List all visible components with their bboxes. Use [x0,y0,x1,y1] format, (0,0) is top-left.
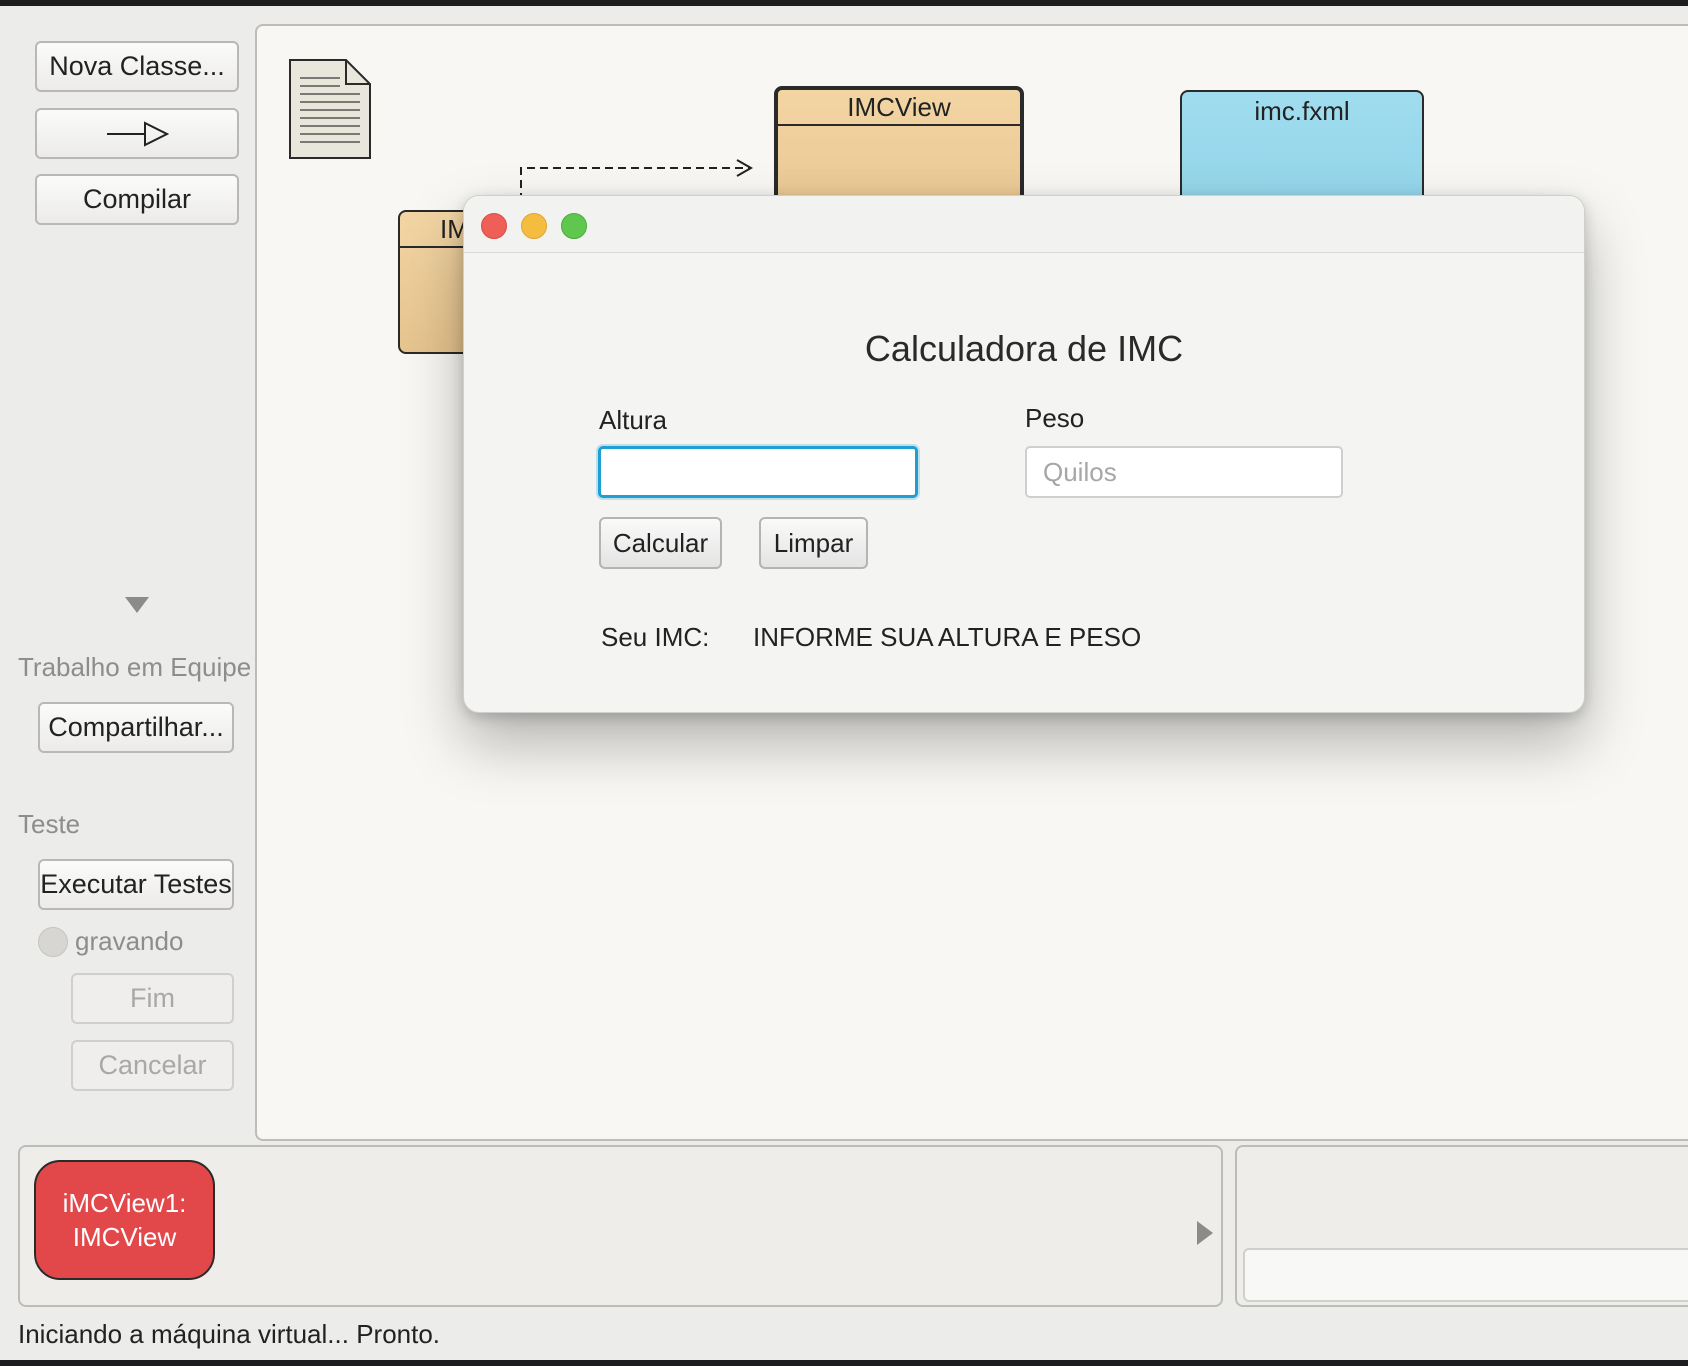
share-button[interactable]: Compartilhar... [38,702,234,753]
bmi-calculator-window: Calculadora de IMC Altura Peso Calcular … [463,195,1585,713]
window-titlebar[interactable] [464,196,1584,253]
weight-label: Peso [1025,403,1085,433]
cancel-recording-button[interactable]: Cancelar [71,1040,234,1091]
new-inheritance-arrow-button[interactable] [35,108,239,159]
object-type: IMCView [72,1222,177,1252]
bmi-result-label: Seu IMC: [601,622,710,652]
object-instance-imcview1[interactable]: iMCView1: IMCView [34,1160,215,1280]
recording-label: gravando [75,926,184,956]
compile-button[interactable]: Compilar [35,174,239,225]
codepad-panel [1235,1145,1688,1307]
bmi-result-value: INFORME SUA ALTURA E PESO [753,622,1142,652]
new-class-button[interactable]: Nova Classe... [35,41,239,92]
calculate-button[interactable]: Calcular [599,517,722,569]
height-input[interactable] [598,446,918,498]
status-bar-text: Iniciando a máquina virtual... Pronto. [18,1319,441,1349]
object-name: iMCView1: [62,1188,187,1218]
team-work-heading: Trabalho em Equipe [18,652,252,682]
codepad-input[interactable] [1243,1248,1688,1302]
run-tests-button[interactable]: Executar Testes [38,859,234,910]
inheritance-arrow-icon [107,120,169,147]
height-label: Altura [599,405,667,435]
end-recording-button[interactable]: Fim [71,973,234,1024]
close-window-button[interactable] [481,213,507,239]
bluej-main-window: Nova Classe... Compilar Trabalho em Equi… [0,6,1688,1360]
minimize-window-button[interactable] [521,213,547,239]
object-bench: iMCView1: IMCView [18,1145,1223,1307]
clear-button[interactable]: Limpar [759,517,868,569]
recording-indicator-icon [38,927,68,957]
expand-triangle-icon[interactable] [1197,1221,1213,1245]
test-heading: Teste [18,809,81,839]
zoom-window-button[interactable] [561,213,587,239]
dialog-title: Calculadora de IMC [864,328,1184,369]
collapse-triangle-icon[interactable] [125,597,149,613]
weight-input[interactable] [1025,446,1343,498]
file-name: imc.fxml [1254,96,1350,126]
readme-document-icon[interactable] [288,58,374,162]
class-name: IMCView [778,90,1020,126]
